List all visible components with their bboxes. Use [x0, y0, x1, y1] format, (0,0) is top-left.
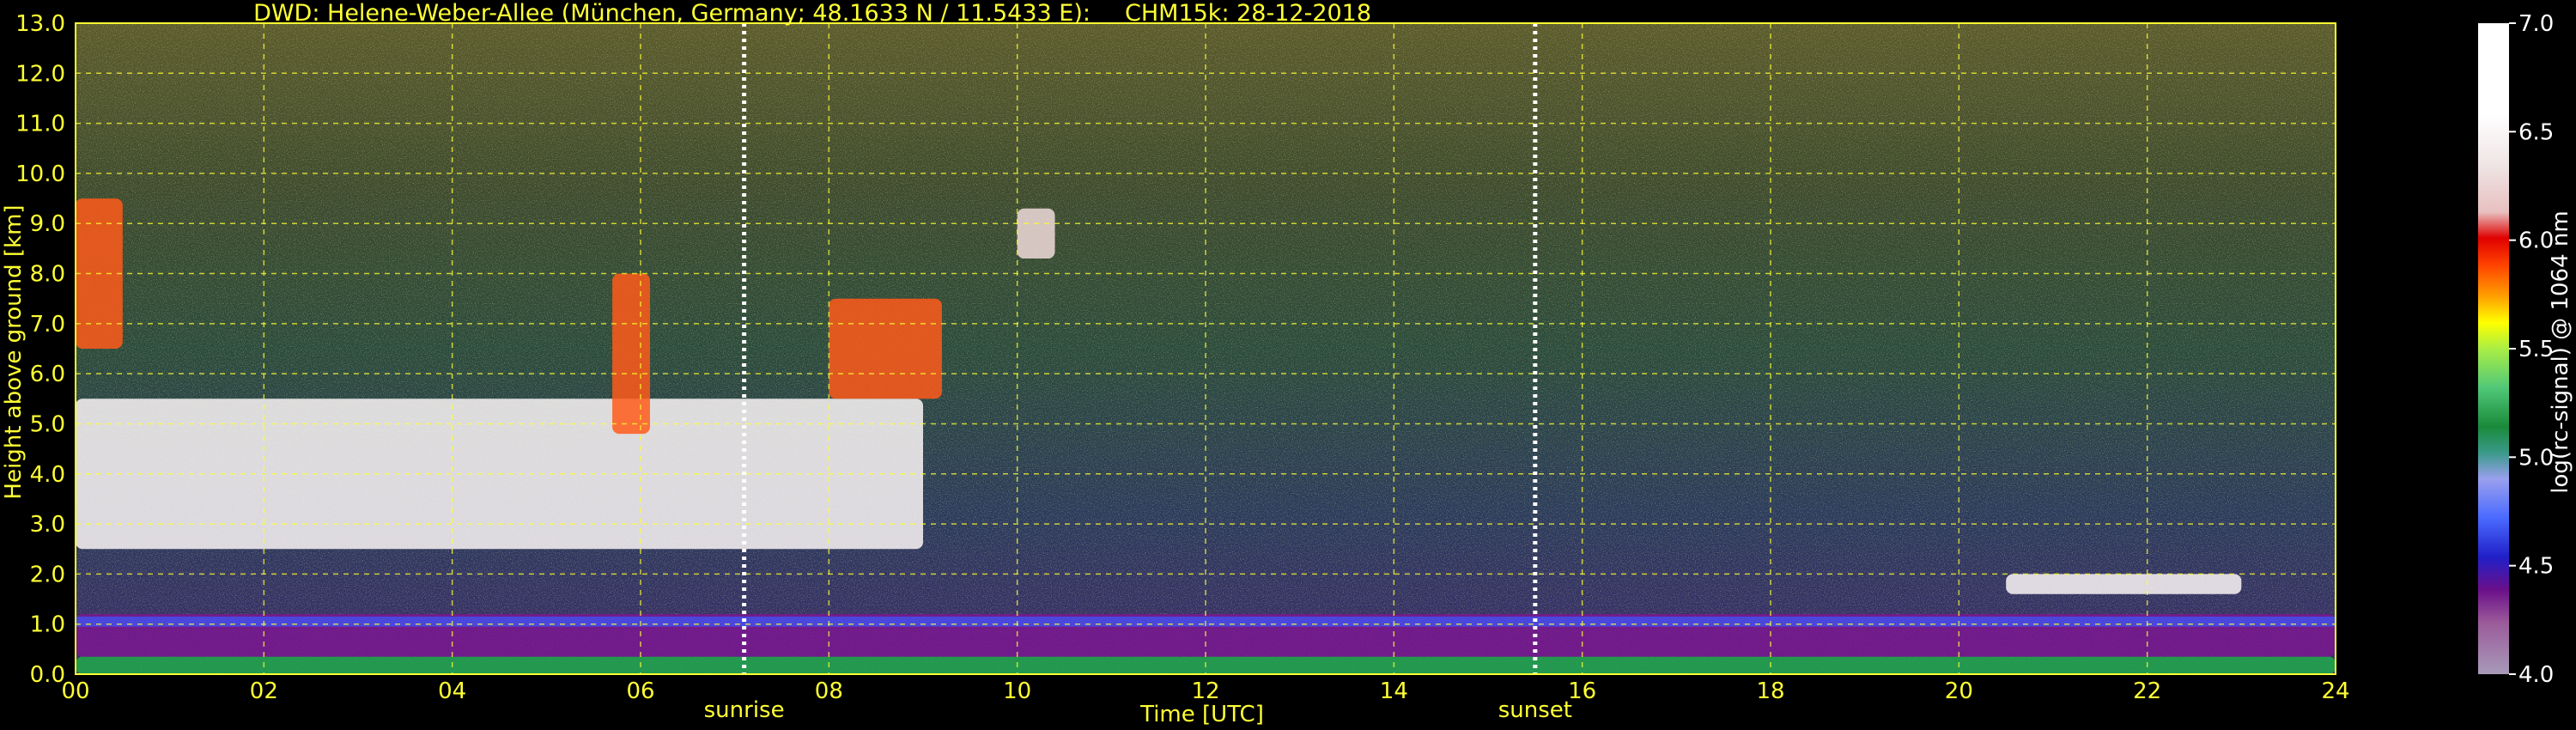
- x-tick-label-12: 12: [1191, 678, 1219, 704]
- x-tick-label-16: 16: [1568, 678, 1596, 704]
- y-tick-label-12.0: 12.0: [15, 61, 65, 87]
- layer-cirrus-5: [829, 298, 942, 399]
- x-tick-label-18: 18: [1756, 678, 1784, 704]
- y-tick-label-8.0: 8.0: [30, 262, 65, 288]
- layer-cirrus-4: [612, 273, 650, 435]
- x-tick-label-20: 20: [1945, 678, 1973, 704]
- x-tick-label-06: 06: [626, 678, 654, 704]
- chart-title: DWD: Helene-Weber-Allee (München, German…: [253, 0, 1091, 27]
- y-tick-label-1.0: 1.0: [30, 612, 65, 638]
- layer-cirrus-6: [1017, 208, 1055, 259]
- y-tick-label-11.0: 11.0: [15, 112, 65, 137]
- y-tick-label-9.0: 9.0: [30, 211, 65, 237]
- x-axis-label: Time [UTC]: [1139, 702, 1264, 727]
- colorbar-scale: [2478, 23, 2509, 674]
- y-tick-label-2.0: 2.0: [30, 562, 65, 587]
- y-tick-label-3.0: 3.0: [30, 512, 65, 538]
- y-axis-label: Height above ground [km]: [1, 204, 27, 499]
- chart-subtitle: CHM15k: 28-12-2018: [1125, 0, 1371, 27]
- y-tick-label-10.0: 10.0: [15, 161, 65, 187]
- colorbar-tick-label-4.0: 4.0: [2518, 662, 2554, 688]
- x-tick-label-04: 04: [438, 678, 466, 704]
- colorbar-tick-label-6.5: 6.5: [2518, 119, 2554, 145]
- layer-low-cloud-7: [2006, 574, 2242, 594]
- y-tick-label-6.0: 6.0: [30, 362, 65, 387]
- colorbar-tick-label-4.5: 4.5: [2518, 554, 2554, 580]
- y-tick-label-13.0: 13.0: [15, 11, 65, 37]
- y-tick-label-4.0: 4.0: [30, 462, 65, 488]
- x-tick-label-10: 10: [1003, 678, 1031, 704]
- sunset-label: sunset: [1498, 697, 1572, 723]
- x-tick-label-08: 08: [815, 678, 843, 704]
- colorbar-tick-label-7.0: 7.0: [2518, 11, 2554, 37]
- colorbar-label: log(rc-signal) @ 1064 nm: [2548, 210, 2573, 493]
- ceilometer-chart: 00 02 04 06 08 10 12 14 16 18 20 22 24 0.0 1.0 2.0 3.0 4.…: [1, 0, 2573, 727]
- x-tick-label-02: 02: [250, 678, 278, 704]
- x-tick-label-14: 14: [1380, 678, 1408, 704]
- y-tick-label-7.0: 7.0: [30, 312, 65, 338]
- x-tick-label-24: 24: [2321, 678, 2349, 704]
- sunrise-label: sunrise: [704, 697, 785, 723]
- colorbar: 4.04.55.05.56.06.57.0: [2478, 11, 2554, 688]
- x-tick-label-00: 00: [61, 678, 89, 704]
- y-tick-label-5.0: 5.0: [30, 411, 65, 437]
- x-tick-label-22: 22: [2133, 678, 2161, 704]
- y-tick-label-0.0: 0.0: [30, 662, 65, 688]
